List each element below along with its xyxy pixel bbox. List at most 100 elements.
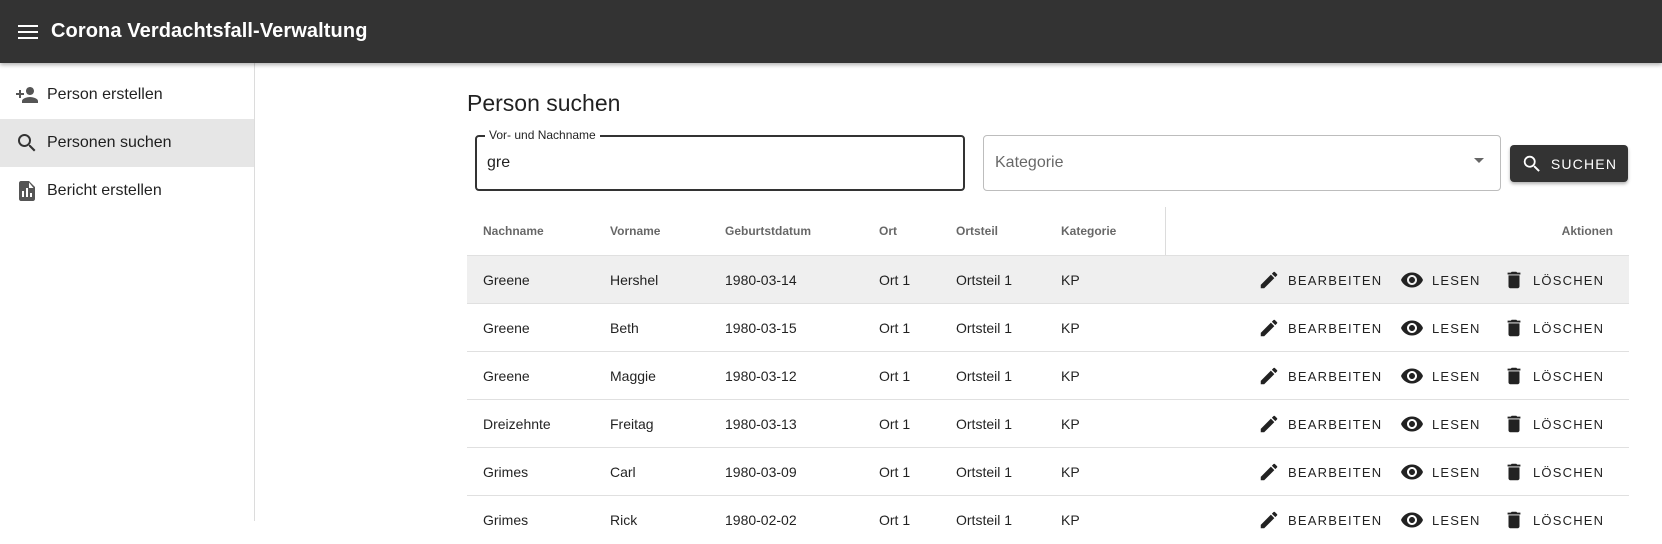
delete-label: LÖSCHEN [1533,512,1605,528]
cell-geburtsdatum: 1980-03-13 [725,415,797,432]
edit-button[interactable]: BEARBEITEN [1250,358,1392,394]
category-select[interactable]: Kategorie [983,135,1501,191]
delete-button[interactable]: LÖSCHEN [1495,502,1603,538]
table-row[interactable]: Greene Hershel 1980-03-14 Ort 1 Ortsteil… [467,255,1629,303]
cell-ortsteil: Ortsteil 1 [956,463,1013,480]
read-button[interactable]: LESEN [1392,406,1495,442]
cell-ort: Ort 1 [879,463,911,480]
name-input[interactable] [487,154,947,172]
edit-button[interactable]: BEARBEITEN [1250,310,1392,346]
sidebar-item-bericht-erstellen[interactable]: Bericht erstellen [0,167,254,215]
read-button[interactable]: LESEN [1392,502,1495,538]
cell-ortsteil: Ortsteil 1 [956,367,1013,384]
read-label: LESEN [1432,512,1481,528]
table-row[interactable]: Greene Maggie 1980-03-12 Ort 1 Ortsteil … [467,351,1629,399]
table-body: Greene Hershel 1980-03-14 Ort 1 Ortsteil… [467,255,1629,543]
trash-icon [1503,413,1525,435]
column-header-ortsteil[interactable]: Ortsteil [956,224,998,238]
delete-button[interactable]: LÖSCHEN [1495,406,1603,442]
table-row[interactable]: Dreizehnte Freitag 1980-03-13 Ort 1 Orts… [467,399,1629,447]
cell-vorname: Hershel [610,271,659,288]
page-title: Person suchen [467,90,621,116]
cell-ort: Ort 1 [879,511,911,528]
column-header-nachname[interactable]: Nachname [483,224,544,238]
delete-label: LÖSCHEN [1533,368,1605,384]
read-button[interactable]: LESEN [1392,454,1495,490]
row-actions: BEARBEITEN LESEN LÖSCHEN [1250,400,1603,448]
person-add-icon [15,83,39,107]
category-placeholder: Kategorie [995,154,1064,171]
cell-nachname: Grimes [483,511,529,528]
trash-icon [1503,269,1525,291]
edit-button[interactable]: BEARBEITEN [1250,406,1392,442]
edit-label: BEARBEITEN [1288,416,1383,432]
menu-icon[interactable] [15,19,41,45]
sidebar-item-label: Personen suchen [47,134,172,151]
cell-kategorie: KP [1061,463,1080,480]
eye-icon [1400,412,1424,436]
search-button[interactable]: SUCHEN [1510,145,1628,182]
pencil-icon [1258,365,1280,387]
cell-ortsteil: Ortsteil 1 [956,415,1013,432]
cell-nachname: Greene [483,367,530,384]
cell-kategorie: KP [1061,415,1080,432]
read-button[interactable]: LESEN [1392,262,1495,298]
sidebar-item-personen-suchen[interactable]: Personen suchen [0,119,254,167]
edit-button[interactable]: BEARBEITEN [1250,502,1392,538]
cell-kategorie: KP [1061,319,1080,336]
pencil-icon [1258,509,1280,531]
cell-ortsteil: Ortsteil 1 [956,319,1013,336]
cell-ort: Ort 1 [879,319,911,336]
sidebar-item-person-erstellen[interactable]: Person erstellen [0,71,254,119]
row-actions: BEARBEITEN LESEN LÖSCHEN [1250,352,1603,400]
name-field[interactable]: Vor- und Nachname [475,128,965,191]
trash-icon [1503,461,1525,483]
main-content: Person suchen Vor- und Nachname Kategori… [467,63,1629,529]
column-header-kategorie[interactable]: Kategorie [1061,224,1116,238]
edit-button[interactable]: BEARBEITEN [1250,454,1392,490]
column-divider [1165,207,1166,255]
column-header-vorname[interactable]: Vorname [610,224,660,238]
delete-button[interactable]: LÖSCHEN [1495,262,1603,298]
eye-icon [1400,316,1424,340]
report-icon [15,179,39,203]
delete-button[interactable]: LÖSCHEN [1495,454,1603,490]
app-bar: Corona Verdachtsfall-Verwaltung [0,0,1662,63]
cell-kategorie: KP [1061,367,1080,384]
pencil-icon [1258,413,1280,435]
row-actions: BEARBEITEN LESEN LÖSCHEN [1250,496,1603,544]
search-icon [1521,153,1543,175]
cell-geburtsdatum: 1980-02-02 [725,511,797,528]
read-label: LESEN [1432,320,1481,336]
cell-kategorie: KP [1061,511,1080,528]
cell-vorname: Freitag [610,415,654,432]
sidebar-item-label: Bericht erstellen [47,182,162,199]
read-button[interactable]: LESEN [1392,358,1495,394]
table-header: Nachname Vorname Geburtstdatum Ort Ortst… [467,207,1629,255]
eye-icon [1400,268,1424,292]
delete-label: LÖSCHEN [1533,320,1605,336]
eye-icon [1400,460,1424,484]
name-field-label: Vor- und Nachname [485,128,600,142]
cell-ort: Ort 1 [879,367,911,384]
table-row[interactable]: Grimes Carl 1980-03-09 Ort 1 Ortsteil 1 … [467,447,1629,495]
app-title: Corona Verdachtsfall-Verwaltung [51,20,368,42]
dropdown-arrow-icon [1474,158,1484,163]
cell-nachname: Dreizehnte [483,415,551,432]
column-header-ort[interactable]: Ort [879,224,897,238]
delete-button[interactable]: LÖSCHEN [1495,358,1603,394]
read-label: LESEN [1432,464,1481,480]
table-row[interactable]: Greene Beth 1980-03-15 Ort 1 Ortsteil 1 … [467,303,1629,351]
delete-button[interactable]: LÖSCHEN [1495,310,1603,346]
trash-icon [1503,509,1525,531]
cell-nachname: Grimes [483,463,529,480]
edit-button[interactable]: BEARBEITEN [1250,262,1392,298]
cell-geburtsdatum: 1980-03-14 [725,271,797,288]
table-row[interactable]: Grimes Rick 1980-02-02 Ort 1 Ortsteil 1 … [467,495,1629,543]
edit-label: BEARBEITEN [1288,512,1383,528]
column-header-geburtsdatum[interactable]: Geburtstdatum [725,224,811,238]
cell-vorname: Carl [610,463,636,480]
row-actions: BEARBEITEN LESEN LÖSCHEN [1250,256,1603,304]
read-button[interactable]: LESEN [1392,310,1495,346]
cell-vorname: Rick [610,511,638,528]
